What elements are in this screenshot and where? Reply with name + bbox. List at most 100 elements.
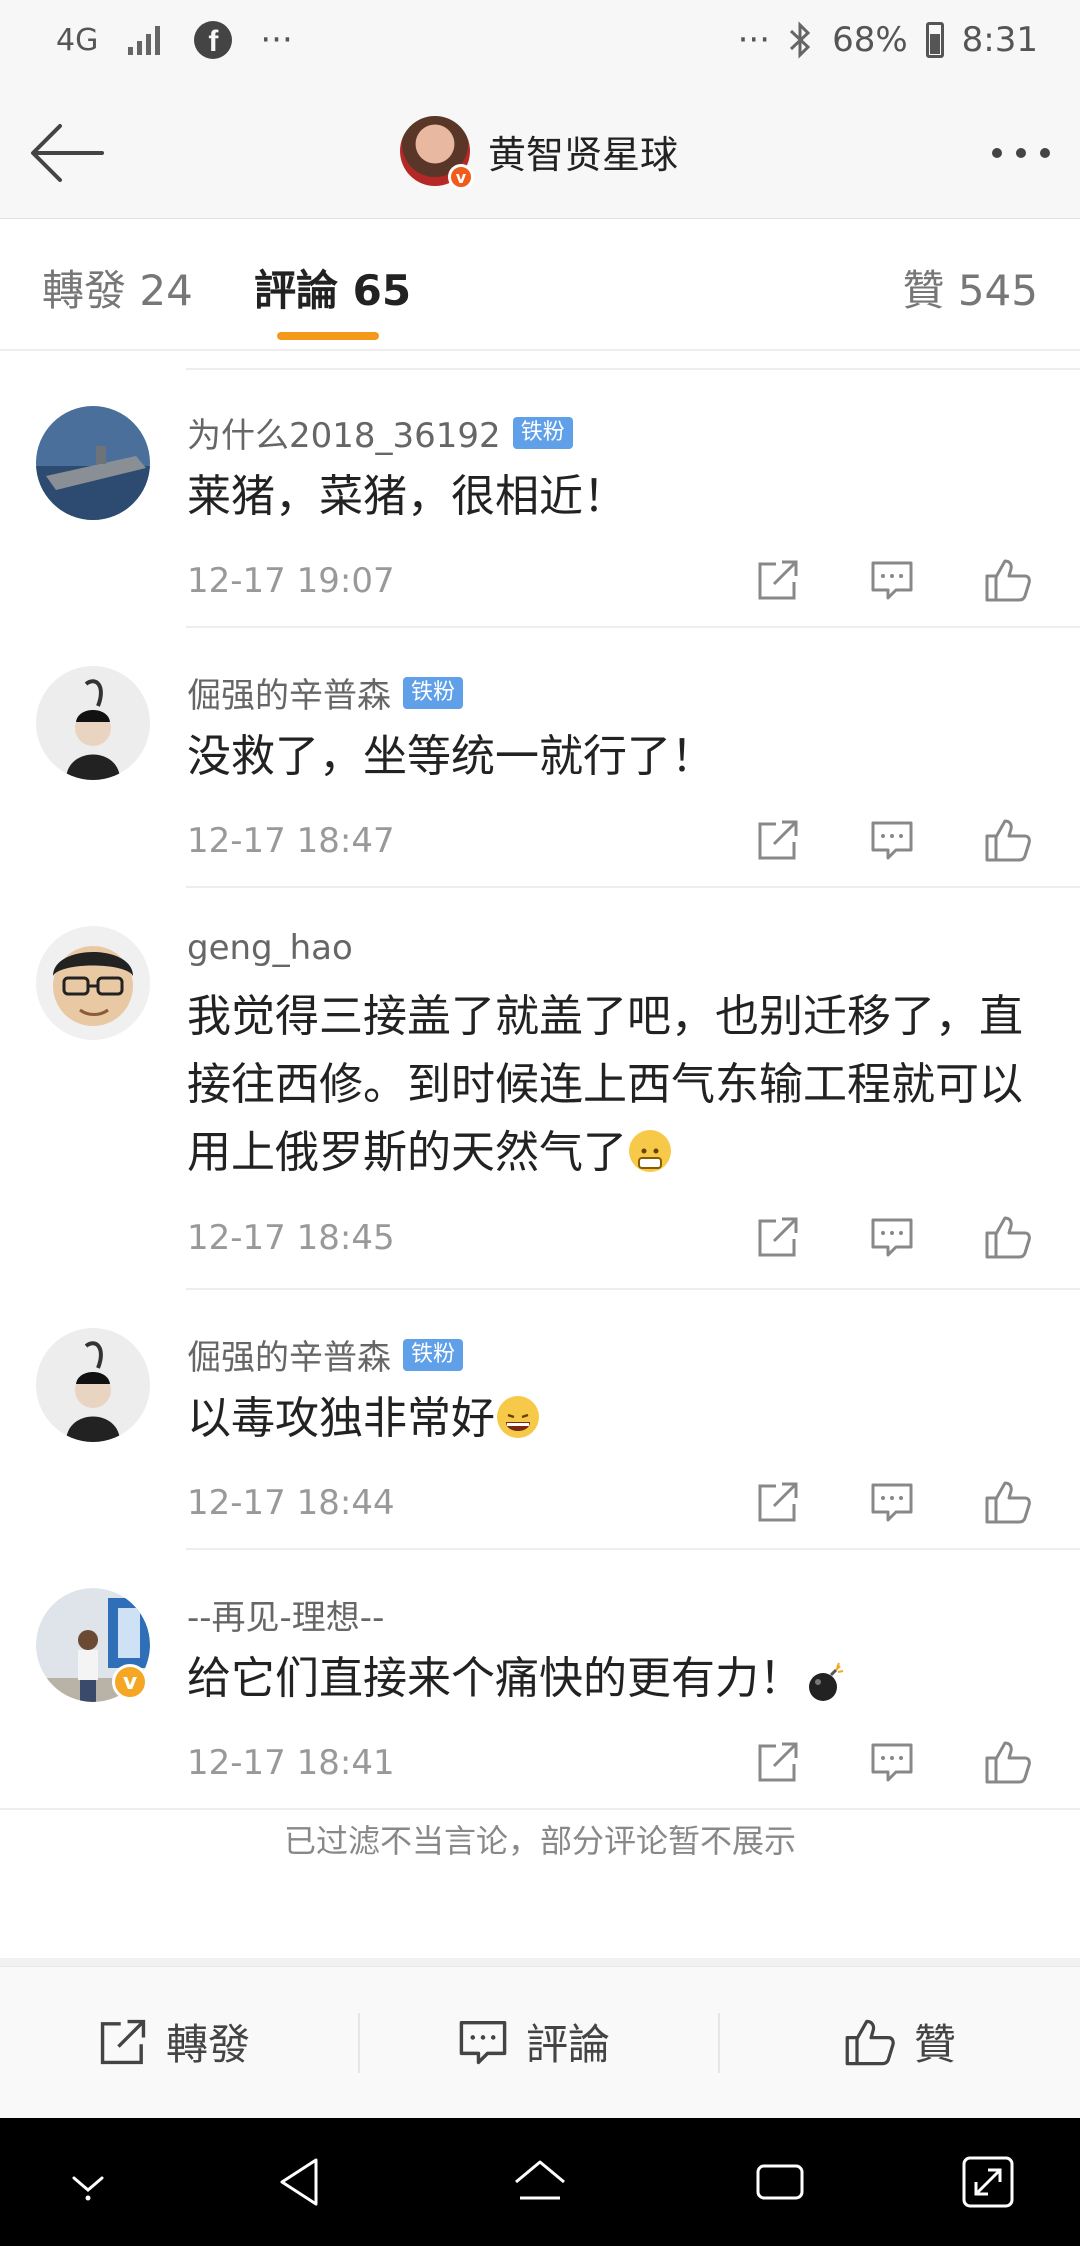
like-icon[interactable] [984,558,1032,602]
avatar[interactable]: v [36,1588,150,1702]
grin-emoji-icon [629,1130,671,1172]
network-type: 4G [56,22,99,58]
tab-likes[interactable]: 贊 545 [902,257,1038,318]
fan-badge: 铁粉 [403,1338,464,1371]
rotate-screen-icon[interactable] [958,2152,1018,2212]
title-bar: v 黄智贤星球 [0,92,1080,219]
comment-author[interactable]: 倔强的辛普森 铁粉 [187,1330,464,1379]
comment-time: 12-17 18:44 [187,1483,395,1523]
facebook-icon: f [194,21,233,59]
avatar[interactable] [36,1328,150,1442]
comment-button[interactable]: 評論 [458,2011,610,2072]
divider [0,1958,1080,1966]
comment-text: 没救了，坐等统一就行了！ [187,731,715,782]
comment-author-name: 倔强的辛普森 [187,676,391,716]
comment-text-content: 以毒攻独非常好 [187,1393,495,1444]
fan-badge: 铁粉 [512,416,573,449]
comment-time: 12-17 19:07 [187,561,395,601]
share-icon [100,2019,146,2064]
comment-text: 给它们直接来个痛快的更有力！ [187,1645,1047,1713]
like-icon [845,2019,895,2065]
divider [186,626,1080,628]
repost-button[interactable]: 轉發 [98,2011,250,2072]
comment-icon[interactable] [870,1740,914,1784]
divider [186,368,1080,370]
comment-author-name: --再见-理想-- [187,1598,385,1638]
divider [718,2013,720,2073]
status-more-dots: ··· [260,20,293,60]
comment-author-name: geng_hao [187,928,353,968]
comment-text: 莱猪，菜猪，很相近！ [187,471,627,522]
share-icon[interactable] [756,1740,800,1784]
comment-text-content: 给它们直接来个痛快的更有力！ [187,1653,803,1704]
page-title: 黄智贤星球 [488,132,679,177]
tab-reposts[interactable]: 轉發 24 [42,257,193,318]
status-bar: 4G f ··· ··· 68% 8:31 [0,0,1080,92]
divider [186,886,1080,888]
comment-author[interactable]: 倔强的辛普森 铁粉 [187,668,464,717]
like-icon[interactable] [984,1740,1032,1784]
laugh-emoji-icon [497,1396,539,1438]
comment-icon[interactable] [870,818,914,862]
comment-actions [756,1215,1032,1259]
home-nav-icon[interactable] [510,2152,570,2212]
divider [186,1548,1080,1550]
back-button[interactable] [28,118,108,188]
avatar[interactable] [36,406,150,520]
like-icon[interactable] [984,1215,1032,1259]
comment-time: 12-17 18:45 [187,1218,395,1258]
like-icon[interactable] [984,818,1032,862]
status-more-dots-right: ··· [737,20,771,60]
battery-percent: 68% [832,20,908,60]
divider [186,1288,1080,1290]
comment-time: 12-17 18:41 [187,1743,395,1783]
comment-icon[interactable] [870,1215,914,1259]
avatar[interactable]: v [400,116,474,190]
bluetooth-icon [790,21,811,59]
tab-comments[interactable]: 評論 65 [254,257,411,318]
comment-actions [756,558,1032,602]
share-icon[interactable] [756,818,800,862]
active-tab-indicator [277,332,379,340]
comment-label: 評論 [526,2020,611,2069]
divider [358,2013,360,2073]
verified-icon: v [112,1664,148,1700]
comment-text-content: 我觉得三接盖了就盖了吧，也别迁移了，直接往西修。到时候连上西气东输工程就可以用上… [187,991,1023,1178]
comment-icon[interactable] [870,558,914,602]
bomb-emoji-icon [805,1656,847,1701]
comment-author[interactable]: --再见-理想-- [187,1590,384,1639]
comment-author[interactable]: 为什么2018_36192 铁粉 [187,408,573,457]
share-icon[interactable] [756,1480,800,1524]
divider [0,1808,1080,1810]
tab-bar: 轉發 24 評論 65 贊 545 [0,219,1080,351]
signal-icon [128,26,161,55]
verified-icon: v [448,164,474,190]
back-nav-icon[interactable] [270,2152,330,2212]
battery-icon [925,22,944,58]
recents-nav-icon[interactable] [750,2152,810,2212]
like-label: 贊 [914,2020,957,2069]
repost-label: 轉發 [166,2020,251,2069]
profile-header[interactable]: v 黄智贤星球 [400,116,679,190]
back-arrow-icon [31,124,104,182]
clock: 8:31 [961,20,1038,60]
like-icon[interactable] [984,1480,1032,1524]
share-icon[interactable] [756,1215,800,1259]
avatar[interactable] [36,926,150,1040]
system-nav-bar [0,2118,1080,2246]
fan-badge: 铁粉 [403,676,464,709]
comment-actions [756,818,1032,862]
like-button[interactable]: 贊 [844,2011,956,2072]
comment-icon [459,2020,507,2064]
avatar[interactable] [36,666,150,780]
more-icon[interactable] [992,128,1050,178]
comment-text: 我觉得三接盖了就盖了吧，也别迁移了，直接往西修。到时候连上西气东输工程就可以用上… [187,983,1047,1187]
comment-author[interactable]: geng_hao [187,928,353,968]
comment-icon[interactable] [870,1480,914,1524]
share-icon[interactable] [756,558,800,602]
hide-keyboard-icon[interactable] [58,2152,118,2212]
comment-actions [756,1740,1032,1784]
comment-text: 以毒攻独非常好 [187,1385,1047,1453]
comment-author-name: 为什么2018_36192 [187,416,501,456]
comment-author-name: 倔强的辛普森 [187,1338,391,1378]
